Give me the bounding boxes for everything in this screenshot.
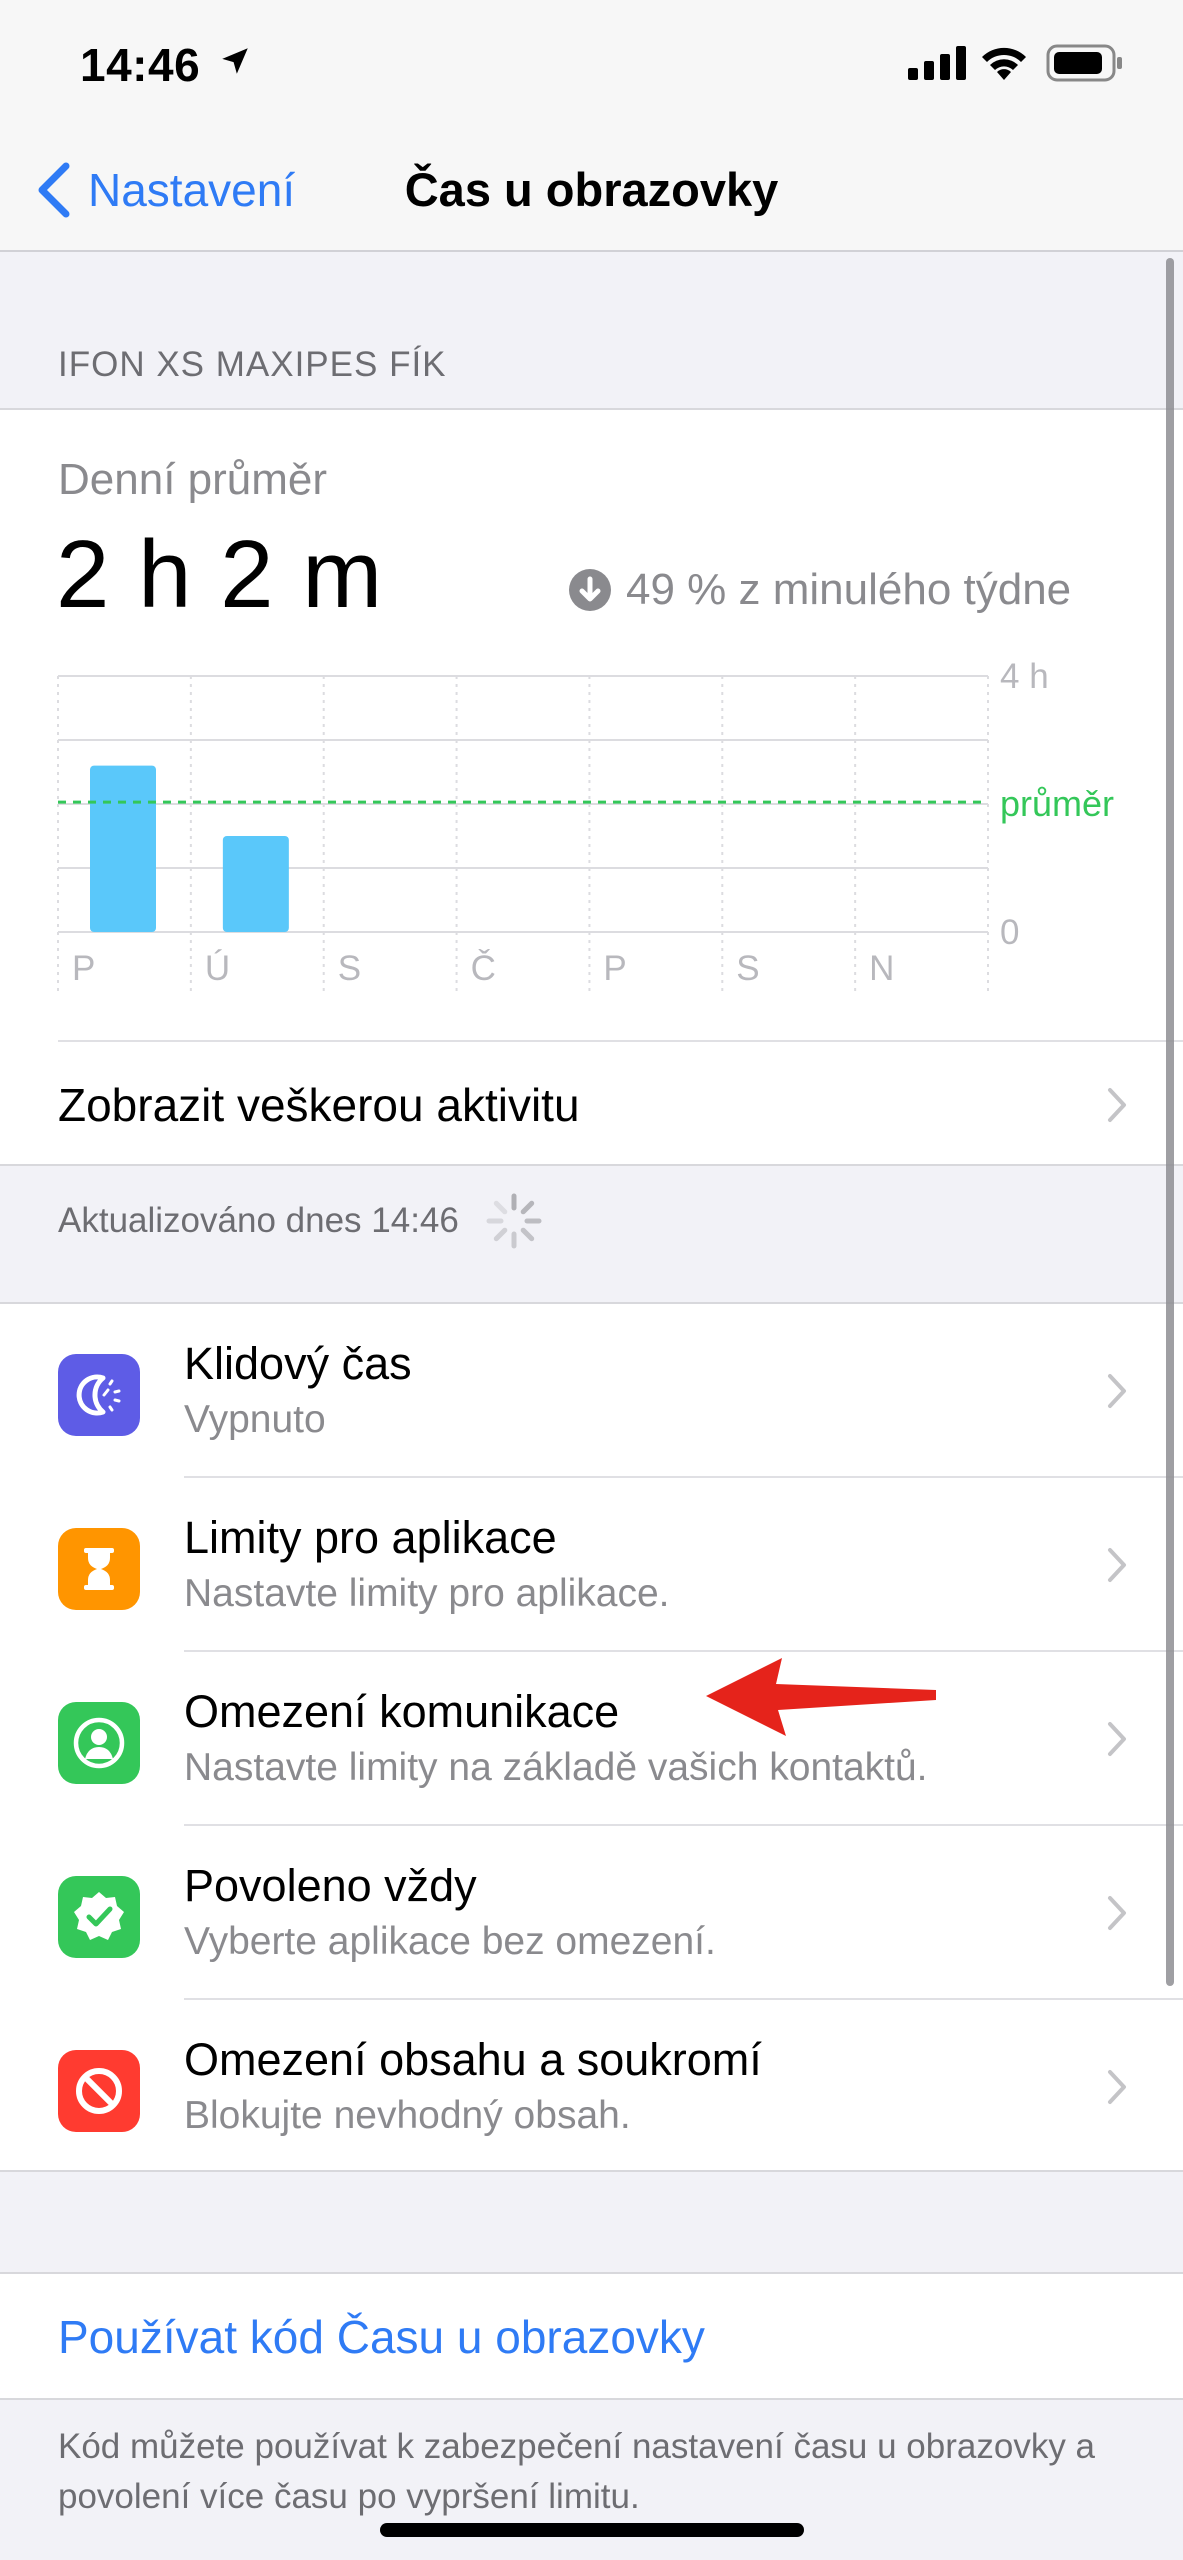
content-privacy-title: Omezení obsahu a soukromí [184, 2034, 762, 2085]
app-limits-title: Limity pro aplikace [184, 1512, 557, 1563]
downtime-icon [58, 1354, 140, 1436]
use-passcode-row[interactable]: Používat kód Času u obrazovky [0, 2272, 1183, 2400]
page-title: Čas u obrazovky [404, 163, 779, 216]
passcode-footer-note: Kód můžete používat k zabezpečení nastav… [58, 2427, 1096, 2516]
activity-spinner-icon [486, 1193, 542, 1249]
chevron-right-icon [1108, 1548, 1126, 1582]
use-passcode-link: Používat kód Času u obrazovky [58, 2311, 705, 2363]
cellular-signal-icon [908, 46, 966, 80]
updated-status: Aktualizováno dnes 14:46 [58, 1190, 545, 1252]
contact-icon [58, 1702, 140, 1784]
battery-icon [1046, 44, 1122, 82]
chevron-right-icon [1108, 1374, 1126, 1408]
app-limits-row[interactable]: Limity pro aplikace Nastavte limity pro … [0, 1478, 1183, 1652]
content-privacy-restrictions-row[interactable]: Omezení obsahu a soukromí Blokujte nevho… [0, 2000, 1183, 2174]
downtime-subtitle: Vypnuto [184, 1398, 326, 1441]
chart-bar [90, 765, 156, 932]
updated-label: Aktualizováno dnes 14:46 [58, 1201, 459, 1240]
red-arrow-annotation [706, 1658, 936, 1736]
chart-day-label: P [72, 949, 95, 988]
downtime-title: Klidový čas [184, 1338, 412, 1389]
communication-limits-subtitle: Nastavte limity na základě vašich kontak… [184, 1746, 928, 1789]
device-section-header: IFON XS MAXIPES FÍK [58, 345, 447, 384]
screen-time-settings-list: Klidový čas Vypnuto Limity pro aplikace … [0, 1302, 1183, 2172]
chevron-right-icon [1108, 2070, 1126, 2104]
chart-average-label: průměr [1000, 783, 1114, 824]
chevron-right-icon [1108, 1722, 1126, 1756]
app-limits-subtitle: Nastavte limity pro aplikace. [184, 1572, 670, 1615]
chart-day-label: S [338, 949, 361, 988]
daily-average-label: Denní průměr [58, 455, 328, 504]
hourglass-icon [58, 1528, 140, 1610]
status-time: 14:46 [80, 39, 201, 91]
content-privacy-subtitle: Blokujte nevhodný obsah. [184, 2094, 631, 2137]
communication-limits-title: Omezení komunikace [184, 1686, 620, 1737]
chart-y-tick-label: 4 h [1000, 657, 1049, 696]
wifi-icon [982, 47, 1026, 80]
home-indicator[interactable] [380, 2523, 804, 2537]
usage-bar-chart[interactable]: průměr 4 h 0 P Ú S Č P S N [0, 640, 1183, 1000]
arrow-down-circle-icon [569, 569, 611, 611]
chart-day-label: N [869, 949, 894, 988]
always-allowed-row[interactable]: Povoleno vždy Vyberte aplikace bez omeze… [0, 1826, 1183, 2000]
checkmark-seal-icon [58, 1876, 140, 1958]
chart-y-tick-label: 0 [1000, 913, 1019, 952]
chart-bar [222, 836, 289, 932]
downtime-row[interactable]: Klidový čas Vypnuto [0, 1304, 1183, 1478]
chart-day-label: Ú [205, 949, 230, 988]
chart-day-label: S [736, 949, 759, 988]
always-allowed-title: Povoleno vždy [184, 1860, 477, 1911]
show-all-activity-row[interactable]: Zobrazit veškerou aktivitu [58, 1040, 1183, 1164]
weekly-change-text: 49 % z minulého týdne [626, 565, 1072, 614]
red-arrow-shape [706, 1658, 936, 1736]
always-allowed-subtitle: Vyberte aplikace bez omezení. [184, 1920, 716, 1963]
chart-day-label: P [603, 949, 626, 988]
chevron-right-icon [1108, 1088, 1126, 1122]
scrollbar[interactable] [1166, 258, 1174, 1986]
communication-limits-row[interactable]: Omezení komunikace Nastavte limity na zá… [0, 1652, 1183, 1826]
chart-day-label: Č [471, 949, 496, 988]
location-arrow-icon [222, 48, 248, 74]
show-all-activity-label: Zobrazit veškerou aktivitu [58, 1079, 580, 1131]
chevron-right-icon [1108, 1896, 1126, 1930]
prohibited-icon [58, 2050, 140, 2132]
daily-average-value: 2 h 2 m [56, 521, 384, 628]
weekly-change: 49 % z minulého týdne [568, 562, 1071, 618]
